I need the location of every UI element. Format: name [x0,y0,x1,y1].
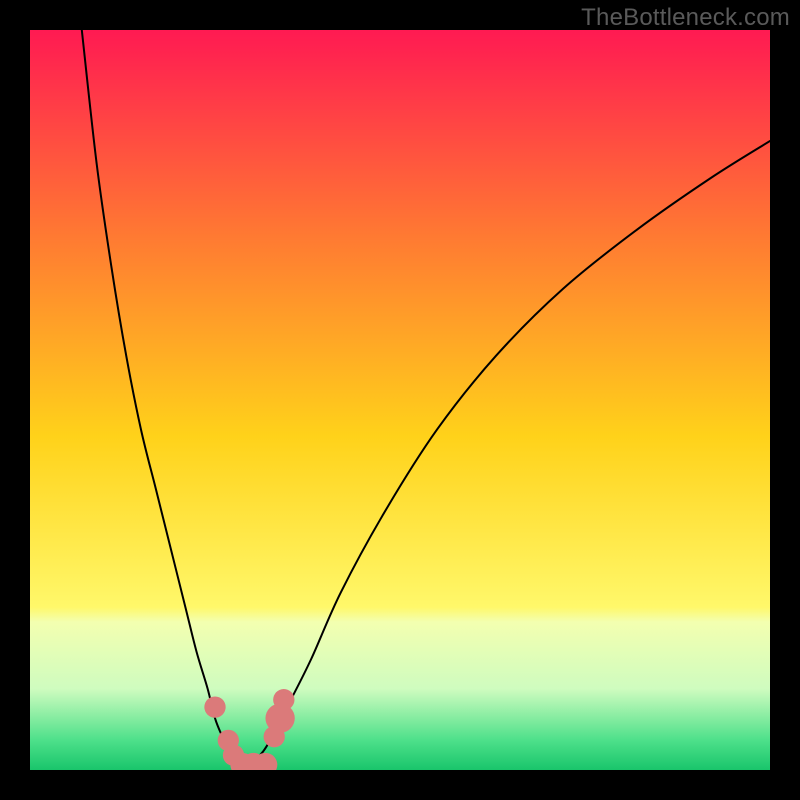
watermark-label: TheBottleneck.com [581,4,790,32]
data-marker [273,689,294,710]
bottleneck-chart [30,30,770,770]
chart-frame: TheBottleneck.com [0,0,800,800]
gradient-background [30,30,770,770]
data-marker [204,696,225,717]
plot-area [30,30,770,770]
